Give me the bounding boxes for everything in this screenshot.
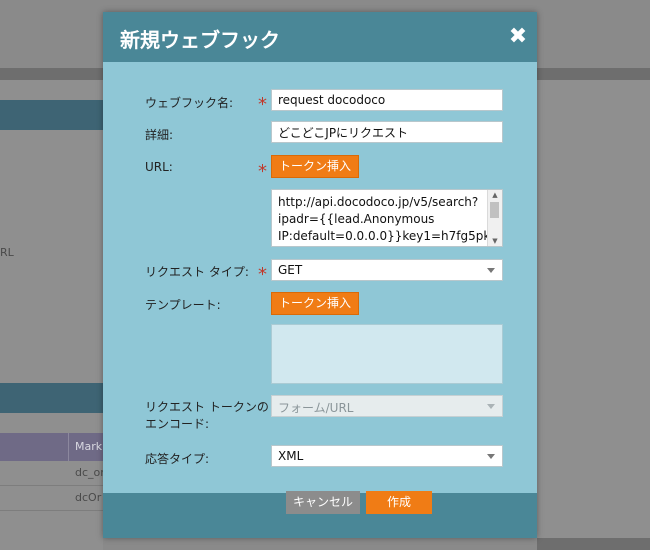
required-mark: * (258, 94, 267, 115)
request-type-value: GET (278, 263, 303, 277)
scroll-up-icon[interactable]: ▲ (488, 190, 502, 200)
description-label: 詳細: (145, 128, 174, 142)
chevron-down-icon (487, 268, 495, 273)
token-encoding-label-line2: エンコード: (145, 417, 210, 431)
dialog-title: 新規ウェブフック (120, 28, 280, 52)
scroll-down-icon[interactable]: ▼ (488, 236, 502, 246)
token-encoding-value: フォーム/URL (278, 401, 354, 415)
chevron-down-icon (487, 404, 495, 409)
description-input[interactable] (271, 121, 503, 143)
chevron-down-icon (487, 454, 495, 459)
webhook-name-input[interactable] (271, 89, 503, 111)
response-type-select[interactable]: XML (271, 445, 503, 467)
url-textarea[interactable]: http://api.docodoco.jp/v5/search? ipadr=… (271, 189, 503, 247)
template-label: テンプレート: (145, 298, 221, 312)
cancel-button[interactable]: キャンセル (286, 491, 360, 514)
table-row: dcOr (0, 486, 103, 511)
required-mark: * (258, 264, 267, 285)
url-insert-token-button[interactable]: トークン挿入 (271, 155, 360, 178)
request-type-select[interactable]: GET (271, 259, 503, 281)
dialog-header: 新規ウェブフック ✖ (103, 12, 537, 62)
url-textarea-scrollbar[interactable]: ▲ ▼ (487, 190, 502, 246)
webhook-name-label: ウェブフック名: (145, 96, 234, 110)
background-section-bar (0, 100, 103, 130)
url-textarea-text: http://api.docodoco.jp/v5/search? ipadr=… (278, 195, 503, 243)
background-section-bar-2 (0, 383, 103, 413)
create-button[interactable]: 作成 (366, 491, 432, 514)
required-mark: * (258, 161, 267, 182)
background-url-fragment: RL (0, 246, 14, 259)
template-textarea[interactable] (271, 324, 503, 384)
table-row: dc_or (0, 461, 105, 486)
close-icon[interactable]: ✖ (505, 24, 531, 50)
background-table-header: Mark (0, 433, 103, 461)
request-type-label: リクエスト タイプ: (145, 265, 249, 279)
background-table-header-label: Mark (75, 440, 103, 453)
scroll-thumb[interactable] (490, 202, 499, 218)
token-encoding-label-line1: リクエスト トークンの (145, 400, 269, 414)
response-type-label: 応答タイプ: (145, 452, 210, 466)
background-table: Mark dc_or dcOr (0, 433, 105, 511)
template-insert-token-button[interactable]: トークン挿入 (271, 292, 360, 315)
background-bottom-strip (537, 538, 650, 550)
token-encoding-select: フォーム/URL (271, 395, 503, 417)
response-type-value: XML (278, 449, 304, 463)
url-label: URL: (145, 160, 173, 174)
new-webhook-dialog: 新規ウェブフック ✖ ウェブフック名: * 詳細: URL: * トークン挿入 … (103, 12, 537, 538)
background-right-panel (537, 80, 650, 550)
